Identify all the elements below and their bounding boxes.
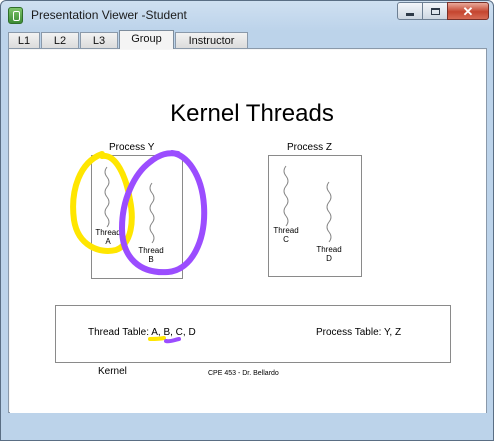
tab-instructor[interactable]: Instructor [175, 32, 248, 49]
close-icon: ✕ [462, 3, 474, 19]
yellow-underline-a [148, 336, 166, 341]
app-icon [8, 7, 23, 24]
window-bottom-frame [1, 414, 493, 441]
presentation-viewer-window: Presentation Viewer -Student ✕ L1 L2 L3 … [0, 0, 494, 441]
tab-l3[interactable]: L3 [80, 32, 118, 49]
tab-group[interactable]: Group [119, 30, 174, 49]
maximize-icon [430, 7, 440, 15]
tab-l1[interactable]: L1 [8, 32, 40, 49]
title-bar[interactable]: Presentation Viewer -Student ✕ [1, 1, 493, 30]
slide-canvas[interactable]: Kernel Threads Process Y Process Z Threa… [10, 50, 486, 413]
minimize-icon [406, 13, 414, 16]
minimize-button[interactable] [397, 2, 423, 20]
ink-annotations [70, 150, 208, 344]
slide-panel: Kernel Threads Process Y Process Z Threa… [8, 48, 487, 413]
purple-underline-b [164, 337, 181, 344]
tab-l2[interactable]: L2 [41, 32, 79, 49]
window-title: Presentation Viewer -Student [31, 8, 187, 22]
close-button[interactable]: ✕ [447, 2, 489, 20]
maximize-button[interactable] [422, 2, 448, 20]
tab-bar: L1 L2 L3 Group Instructor [8, 30, 488, 49]
